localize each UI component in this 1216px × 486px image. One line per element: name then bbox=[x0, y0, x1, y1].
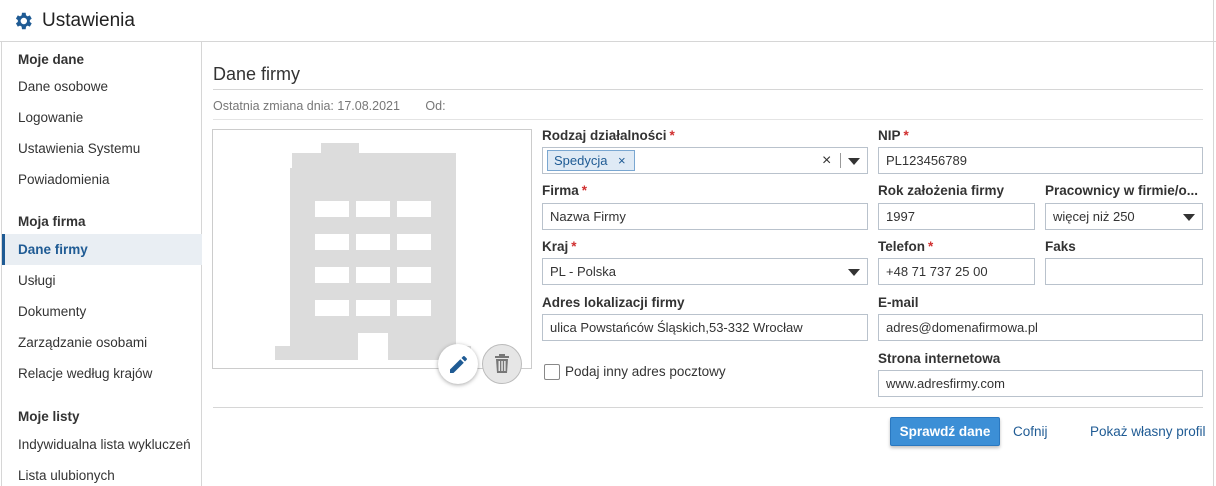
required-marker: * bbox=[669, 128, 675, 143]
sidebar-item-dane-firmy[interactable]: Dane firmy bbox=[2, 234, 202, 265]
sidebar-heading-moje-listy: Moje listy bbox=[18, 409, 80, 424]
tag-remove-icon[interactable]: × bbox=[618, 148, 626, 173]
activity-label-text: Rodzaj działalności bbox=[542, 128, 667, 143]
sidebar-item-lista-wykluczen[interactable]: Indywidualna lista wykluczeń bbox=[2, 429, 202, 460]
sidebar: Moje dane Dane osobowe Logowanie Ustawie… bbox=[1, 42, 202, 486]
phone-input[interactable] bbox=[878, 258, 1035, 285]
other-address-label[interactable]: Podaj inny adres pocztowy bbox=[565, 364, 726, 379]
delete-logo-button[interactable] bbox=[482, 344, 522, 384]
building-icon bbox=[275, 143, 471, 360]
trash-icon bbox=[495, 354, 509, 373]
sidebar-item-relacje-wedlug-krajow[interactable]: Relacje według krajów bbox=[2, 358, 202, 389]
required-marker: * bbox=[928, 239, 934, 254]
clear-icon[interactable]: × bbox=[822, 148, 831, 173]
website-label: Strona internetowa bbox=[878, 351, 1001, 366]
year-label: Rok założenia firmy bbox=[878, 183, 1005, 198]
main-content: Dane firmy Ostatnia zmiana dnia: 17.08.2… bbox=[202, 42, 1214, 486]
od-label: Od: bbox=[425, 99, 446, 113]
nip-input[interactable] bbox=[878, 147, 1203, 174]
website-input[interactable] bbox=[878, 370, 1203, 397]
sidebar-heading-moja-firma: Moja firma bbox=[18, 214, 86, 229]
pencil-icon bbox=[450, 356, 467, 373]
employees-label: Pracownicy w firmie/o... bbox=[1045, 183, 1199, 198]
activity-tag-label: Spedycja bbox=[554, 153, 608, 168]
gear-icon bbox=[15, 12, 32, 30]
chevron-down-icon bbox=[848, 269, 860, 276]
sidebar-item-logowanie[interactable]: Logowanie bbox=[2, 102, 202, 133]
chevron-down-icon bbox=[1183, 214, 1195, 221]
phone-label: Telefon * bbox=[878, 239, 933, 254]
divider bbox=[213, 89, 1203, 90]
firma-label-text: Firma bbox=[542, 183, 579, 198]
country-select-value: PL - Polska bbox=[550, 264, 616, 279]
activity-label: Rodzaj działalności * bbox=[542, 128, 675, 143]
sidebar-item-lista-ulubionych[interactable]: Lista ulubionych bbox=[2, 460, 202, 486]
undo-link[interactable]: Cofnij bbox=[1013, 424, 1048, 439]
year-input[interactable] bbox=[878, 203, 1035, 230]
firma-input[interactable] bbox=[542, 203, 868, 230]
page-header-title: Ustawienia bbox=[42, 10, 135, 31]
sidebar-item-ustawienia-systemu[interactable]: Ustawienia Systemu bbox=[2, 133, 202, 164]
check-data-button[interactable]: Sprawdź dane bbox=[890, 417, 1000, 446]
required-marker: * bbox=[581, 183, 588, 198]
email-label: E-mail bbox=[878, 295, 919, 310]
employees-select[interactable]: więcej niż 250 bbox=[1045, 203, 1203, 230]
chevron-down-icon[interactable] bbox=[848, 158, 860, 165]
required-marker: * bbox=[903, 128, 909, 143]
sidebar-item-zarzadzanie-osobami[interactable]: Zarządzanie osobami bbox=[2, 327, 202, 358]
sidebar-item-powiadomienia[interactable]: Powiadomienia bbox=[2, 164, 202, 195]
nip-label: NIP * bbox=[878, 128, 909, 143]
section-title: Dane firmy bbox=[213, 64, 301, 84]
last-change-label: Ostatnia zmiana dnia: 17.08.2021 bbox=[213, 99, 400, 113]
sidebar-item-dokumenty[interactable]: Dokumenty bbox=[2, 296, 202, 327]
divider bbox=[213, 119, 1203, 120]
activity-multiselect[interactable]: Spedycja × × bbox=[542, 147, 868, 174]
divider bbox=[213, 407, 1203, 408]
country-label: Kraj * bbox=[542, 239, 577, 254]
nip-label-text: NIP bbox=[878, 128, 901, 143]
country-select[interactable]: PL - Polska bbox=[542, 258, 868, 285]
phone-label-text: Telefon bbox=[878, 239, 925, 254]
address-input[interactable] bbox=[542, 314, 868, 341]
country-label-text: Kraj bbox=[542, 239, 569, 254]
divider bbox=[1213, 0, 1214, 42]
fax-input[interactable] bbox=[1045, 258, 1203, 285]
employees-select-value: więcej niż 250 bbox=[1053, 209, 1135, 224]
sidebar-heading-moje-dane: Moje dane bbox=[18, 52, 85, 67]
edit-logo-button[interactable] bbox=[438, 344, 478, 384]
other-address-checkbox[interactable] bbox=[544, 364, 560, 380]
fax-label: Faks bbox=[1045, 239, 1076, 254]
top-bar: Ustawienia bbox=[0, 0, 1216, 42]
show-own-profile-link[interactable]: Pokaż własny profil bbox=[1090, 424, 1206, 439]
firma-label: Firma * bbox=[542, 183, 587, 198]
divider bbox=[840, 153, 841, 168]
required-marker: * bbox=[571, 239, 577, 254]
address-label: Adres lokalizacji firmy bbox=[542, 295, 685, 310]
sidebar-item-dane-osobowe[interactable]: Dane osobowe bbox=[2, 71, 202, 102]
last-change-info: Ostatnia zmiana dnia: 17.08.2021 Od: bbox=[213, 99, 446, 113]
sidebar-item-uslugi[interactable]: Usługi bbox=[2, 265, 202, 296]
email-input[interactable] bbox=[878, 314, 1203, 341]
company-logo-area[interactable] bbox=[212, 129, 532, 369]
